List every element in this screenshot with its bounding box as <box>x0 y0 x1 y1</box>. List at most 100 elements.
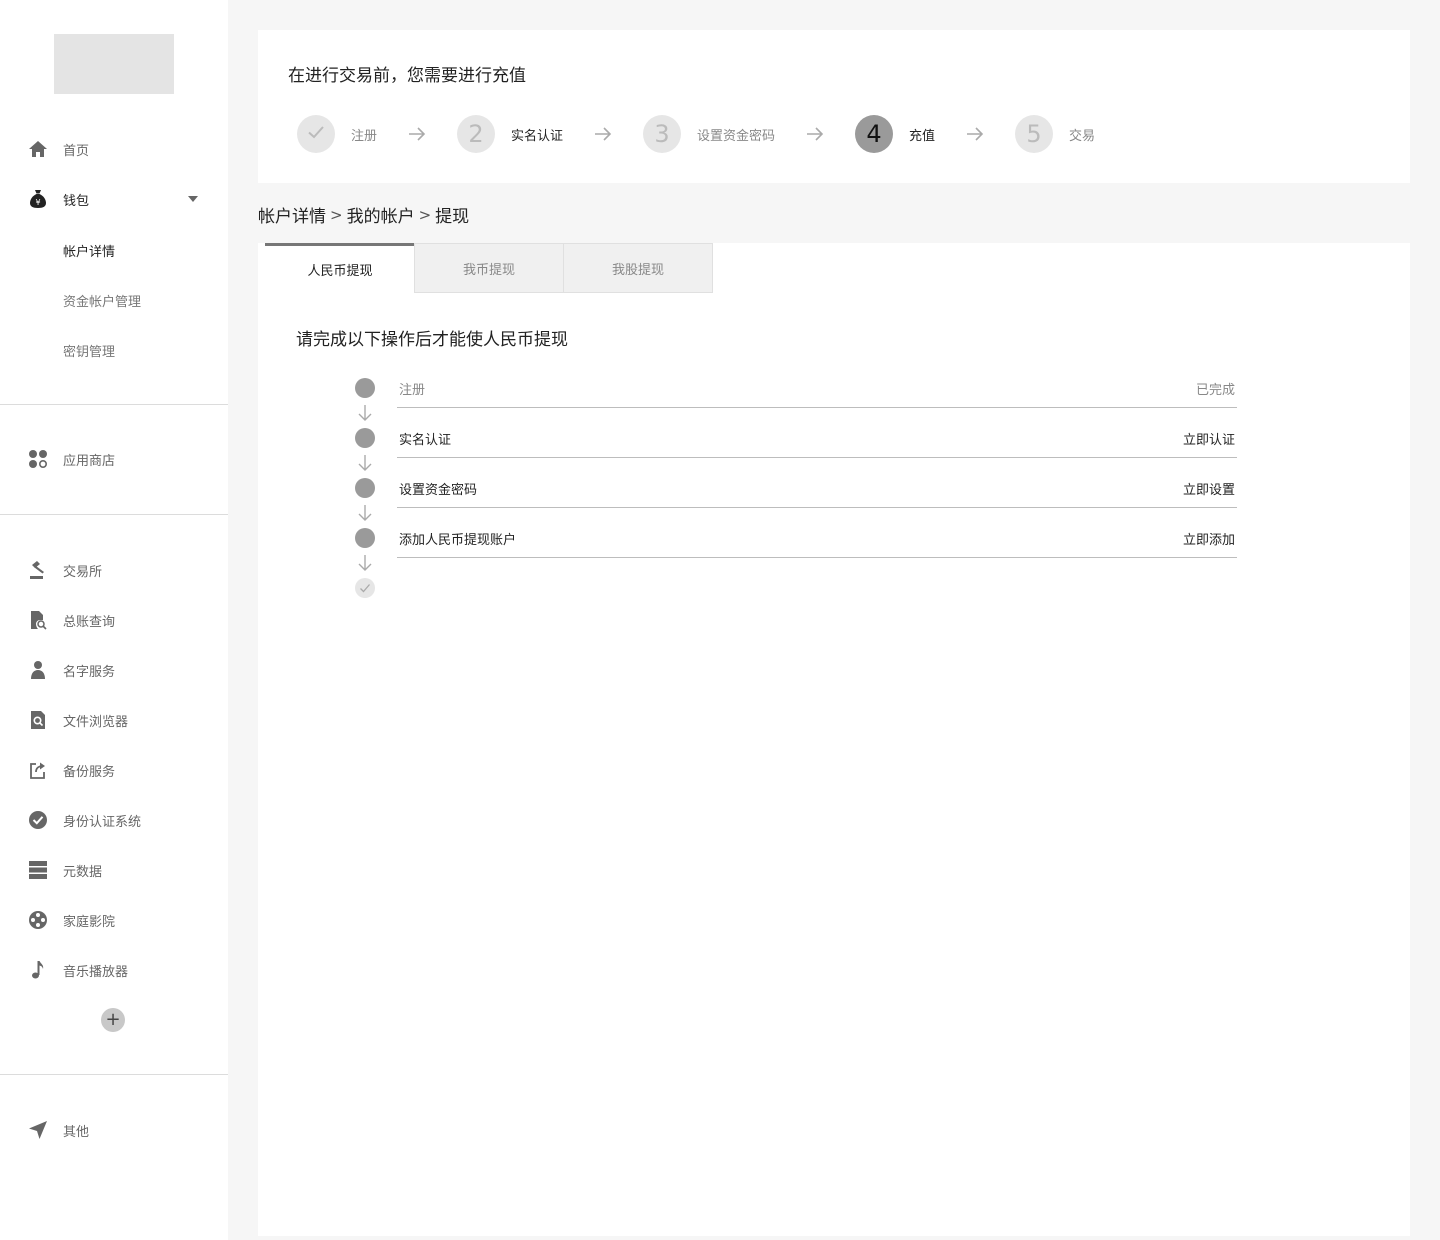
arrow-right-icon <box>806 126 824 142</box>
timeline-dot <box>355 378 375 398</box>
nav-label-name-service: 名字服务 <box>63 664 116 680</box>
step-circle: 2 <box>457 115 495 153</box>
home-icon <box>28 139 48 159</box>
sidebar-divider <box>0 1074 228 1075</box>
requirement-row: 注册 已完成 <box>397 368 1237 408</box>
step-label: 实名认证 <box>511 128 564 144</box>
nav-label-home-theater: 家庭影院 <box>63 914 116 930</box>
film-reel-icon <box>28 910 48 930</box>
breadcrumb-separator: > <box>330 205 343 224</box>
nav-item-metadata[interactable]: 元数据 <box>0 850 228 890</box>
step-circle: 5 <box>1015 115 1053 153</box>
share-upload-icon <box>28 760 48 780</box>
tab-coin-withdraw[interactable]: 我币提现 <box>414 243 564 293</box>
nav-item-identity[interactable]: 身份认证系统 <box>0 800 228 840</box>
arrow-right-icon <box>408 126 426 142</box>
money-bag-icon: ¥ <box>28 189 48 209</box>
requirement-row: 设置资金密码 立即设置 <box>397 468 1237 508</box>
sidebar-subitem-fund-account[interactable]: 资金帐户管理 <box>63 291 141 310</box>
gavel-icon <box>28 560 48 580</box>
sidebar-subitem-account-details[interactable]: 帐户详情 <box>63 241 115 260</box>
step-label: 设置资金密码 <box>697 128 776 144</box>
withdraw-panel: 人民币提现 我币提现 我股提现 请完成以下操作后才能使人民币提现 注册 已完成 … <box>258 243 1410 1236</box>
step-trade: 5 交易 <box>1015 114 1095 154</box>
nav-item-exchange[interactable]: 交易所 <box>0 550 228 590</box>
nav-label-wallet: 钱包 <box>63 193 90 209</box>
tab-rmb-withdraw[interactable]: 人民币提现 <box>265 243 415 293</box>
logo-placeholder <box>54 34 174 94</box>
nav-item-wallet[interactable]: ¥ 钱包 <box>0 179 228 219</box>
nav-item-file-browser[interactable]: 文件浏览器 <box>0 700 228 740</box>
verify-now-link[interactable]: 立即认证 <box>1183 429 1235 448</box>
sidebar-divider <box>0 514 228 515</box>
breadcrumb-item[interactable]: 帐户详情 <box>258 202 326 227</box>
nav-item-backup[interactable]: 备份服务 <box>0 750 228 790</box>
nav-item-app-store[interactable]: 应用商店 <box>0 439 228 479</box>
tab-stock-withdraw[interactable]: 我股提现 <box>563 243 713 293</box>
timeline-dot <box>355 478 375 498</box>
breadcrumb: 帐户详情 > 我的帐户 > 提现 <box>258 202 470 228</box>
step-circle-active: 4 <box>855 115 893 153</box>
step-label: 交易 <box>1069 128 1096 144</box>
ledger-search-icon <box>28 610 48 630</box>
check-circle-icon <box>28 810 48 830</box>
step-circle <box>297 115 335 153</box>
nav-label-file-browser: 文件浏览器 <box>63 714 129 730</box>
step-recharge: 4 充值 <box>855 114 935 154</box>
arrow-down-icon <box>358 504 372 522</box>
nav-label-identity: 身份认证系统 <box>63 814 142 830</box>
requirement-label: 设置资金密码 <box>399 483 478 498</box>
step-register: 注册 <box>297 114 377 154</box>
breadcrumb-separator: > <box>418 205 432 224</box>
nav-item-music-player[interactable]: 音乐播放器 <box>0 950 228 990</box>
step-real-name: 2 实名认证 <box>457 114 563 154</box>
nav-item-ledger[interactable]: 总账查询 <box>0 600 228 640</box>
sidebar-subitem-key-management[interactable]: 密钥管理 <box>63 341 115 360</box>
arrow-right-icon <box>594 126 612 142</box>
breadcrumb-item[interactable]: 我的帐户 <box>347 202 415 227</box>
nav-label-metadata: 元数据 <box>63 864 103 880</box>
requirement-row: 添加人民币提现账户 立即添加 <box>397 518 1237 558</box>
nav-item-home[interactable]: 首页 <box>0 129 228 169</box>
arrow-down-icon <box>358 454 372 472</box>
checkmark-icon <box>359 579 371 598</box>
onboarding-steps-card: 在进行交易前，您需要进行充值 注册 2 实名认证 3 设置资金密码 4 充值 5… <box>258 30 1410 183</box>
music-note-icon <box>28 960 48 980</box>
apps-icon <box>28 449 48 469</box>
arrow-right-icon <box>966 126 984 142</box>
requirement-status: 已完成 <box>1195 383 1235 398</box>
step-label: 注册 <box>351 128 378 144</box>
withdraw-notice: 请完成以下操作后才能使人民币提现 <box>296 330 568 350</box>
requirement-label: 添加人民币提现账户 <box>399 533 517 548</box>
step-circle: 3 <box>643 115 681 153</box>
nav-label-ledger: 总账查询 <box>63 614 116 630</box>
file-search-icon <box>28 710 48 730</box>
checkmark-icon <box>306 120 326 148</box>
requirement-row: 实名认证 立即认证 <box>397 418 1237 458</box>
nav-label-exchange: 交易所 <box>63 564 103 580</box>
step-fund-password: 3 设置资金密码 <box>643 114 775 154</box>
set-now-link[interactable]: 立即设置 <box>1183 479 1235 498</box>
nav-label-home: 首页 <box>63 143 90 159</box>
nav-label-other: 其他 <box>63 1124 90 1140</box>
svg-text:¥: ¥ <box>35 198 40 207</box>
timeline-dot <box>355 428 375 448</box>
nav-label-app-store: 应用商店 <box>63 453 116 469</box>
timeline-dot <box>355 528 375 548</box>
sidebar: 首页 ¥ 钱包 帐户详情 资金帐户管理 密钥管理 应用商店 交易所 总账查询 名… <box>0 0 228 1240</box>
database-icon <box>28 860 48 880</box>
timeline-complete <box>355 578 375 598</box>
nav-label-music-player: 音乐播放器 <box>63 964 129 980</box>
chevron-down-icon[interactable] <box>188 196 198 202</box>
step-label: 充值 <box>909 128 936 144</box>
add-now-link[interactable]: 立即添加 <box>1183 529 1235 548</box>
add-app-button[interactable]: + <box>101 1008 125 1032</box>
arrow-down-icon <box>358 554 372 572</box>
sidebar-divider <box>0 404 228 405</box>
nav-item-other[interactable]: 其他 <box>0 1110 228 1150</box>
arrow-down-icon <box>358 404 372 422</box>
nav-item-home-theater[interactable]: 家庭影院 <box>0 900 228 940</box>
nav-item-name-service[interactable]: 名字服务 <box>0 650 228 690</box>
breadcrumb-current: 提现 <box>435 207 470 227</box>
requirement-label: 实名认证 <box>399 433 452 448</box>
